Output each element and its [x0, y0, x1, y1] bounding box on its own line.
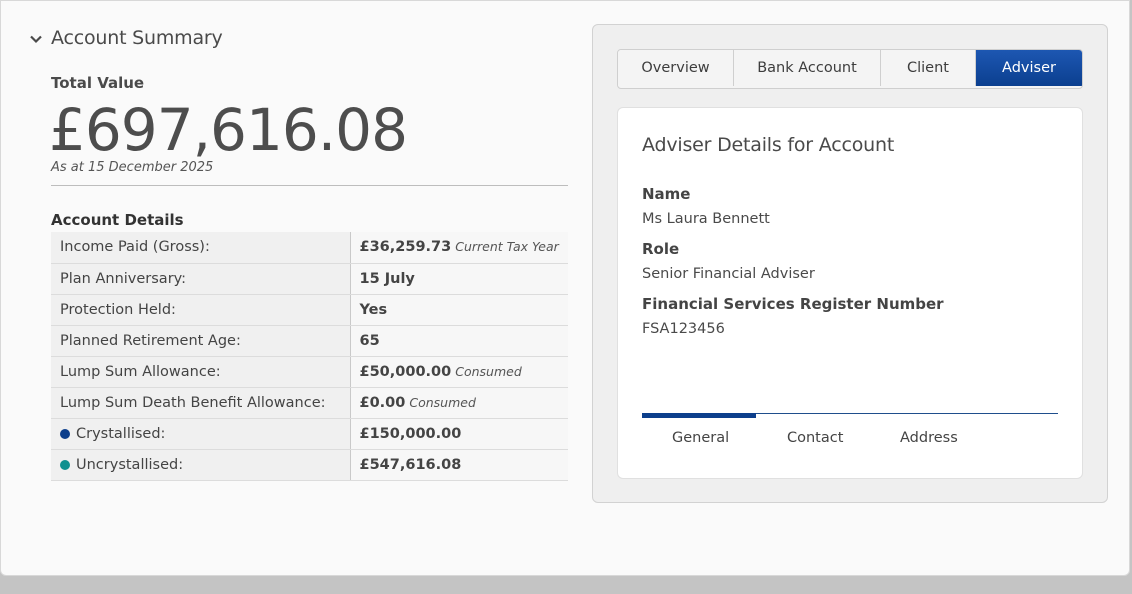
row-label: Uncrystallised:	[51, 449, 351, 481]
tab-overview[interactable]: Overview	[618, 50, 734, 86]
row-value-text: £0.00	[359, 394, 406, 411]
row-label: Income Paid (Gross):	[51, 232, 351, 264]
row-value: £150,000.00	[350, 418, 568, 450]
table-row: Protection Held: Yes	[51, 294, 568, 326]
row-value-text: £150,000.00	[359, 425, 462, 442]
tab-bank-account[interactable]: Bank Account	[734, 50, 881, 86]
role-value: Senior Financial Adviser	[642, 266, 815, 282]
chevron-down-icon	[29, 31, 43, 45]
row-note: Consumed	[455, 363, 522, 379]
row-value-text: Yes	[359, 301, 388, 318]
row-label-text: Uncrystallised:	[76, 456, 184, 473]
account-details-table: Income Paid (Gross): £36,259.73 Current T…	[51, 232, 568, 481]
account-summary-toggle[interactable]: Account Summary	[29, 27, 223, 49]
row-value-text: £36,259.73	[359, 239, 452, 256]
row-label: Lump Sum Death Benefit Allowance:	[51, 387, 351, 419]
tab-client[interactable]: Client	[881, 50, 976, 86]
subtab-address[interactable]: Address	[900, 430, 958, 446]
row-value-text: 65	[359, 332, 380, 349]
details-panel: Overview Bank Account Client Adviser Adv…	[592, 24, 1108, 503]
divider	[51, 185, 568, 186]
total-value-label: Total Value	[51, 74, 145, 92]
row-label: Plan Anniversary:	[51, 263, 351, 295]
row-value: £547,616.08	[350, 449, 568, 481]
fsr-label: Financial Services Register Number	[642, 295, 944, 313]
row-value-text: 15 July	[359, 270, 415, 287]
total-value: £697,616.08	[49, 96, 408, 164]
row-value-text: £50,000.00	[359, 363, 452, 380]
adviser-card-title: Adviser Details for Account	[642, 134, 895, 156]
row-value-text: £547,616.08	[359, 456, 462, 473]
row-label: Planned Retirement Age:	[51, 325, 351, 357]
row-note: Consumed	[409, 394, 476, 410]
panel-tabs: Overview Bank Account Client Adviser	[617, 49, 1083, 89]
row-note: Current Tax Year	[455, 239, 559, 255]
subtab-active-indicator	[642, 413, 756, 418]
row-value: 15 July	[350, 263, 568, 295]
account-details-title: Account Details	[51, 211, 184, 229]
table-row: Planned Retirement Age: 65	[51, 325, 568, 357]
table-row: Plan Anniversary: 15 July	[51, 263, 568, 295]
subtab-general[interactable]: General	[672, 430, 729, 446]
name-value: Ms Laura Bennett	[642, 211, 770, 227]
table-row: Crystallised: £150,000.00	[51, 418, 568, 450]
name-label: Name	[642, 185, 691, 203]
page: Account Summary Total Value £697,616.08 …	[0, 0, 1130, 576]
table-row: Income Paid (Gross): £36,259.73 Current T…	[51, 232, 568, 264]
adviser-card: Adviser Details for Account Name Ms Laur…	[617, 107, 1083, 479]
table-row: Uncrystallised: £547,616.08	[51, 449, 568, 481]
role-label: Role	[642, 240, 680, 258]
tab-adviser[interactable]: Adviser	[976, 50, 1082, 86]
account-summary-title: Account Summary	[51, 27, 223, 49]
crystallised-dot-icon	[60, 428, 70, 439]
fsr-value: FSA123456	[642, 321, 725, 337]
subtab-contact[interactable]: Contact	[787, 430, 843, 446]
row-label: Protection Held:	[51, 294, 351, 326]
row-label: Crystallised:	[51, 418, 351, 450]
table-row: Lump Sum Allowance: £50,000.00 Consumed	[51, 356, 568, 388]
row-label-text: Crystallised:	[76, 425, 166, 442]
row-label: Lump Sum Allowance:	[51, 356, 351, 388]
row-value: £36,259.73 Current Tax Year	[350, 232, 568, 264]
row-value: 65	[350, 325, 568, 357]
row-value: £0.00 Consumed	[350, 387, 568, 419]
uncrystallised-dot-icon	[60, 459, 70, 470]
table-row: Lump Sum Death Benefit Allowance: £0.00 C…	[51, 387, 568, 419]
row-value: Yes	[350, 294, 568, 326]
row-value: £50,000.00 Consumed	[350, 356, 568, 388]
as-at-date: As at 15 December 2025	[51, 160, 214, 175]
